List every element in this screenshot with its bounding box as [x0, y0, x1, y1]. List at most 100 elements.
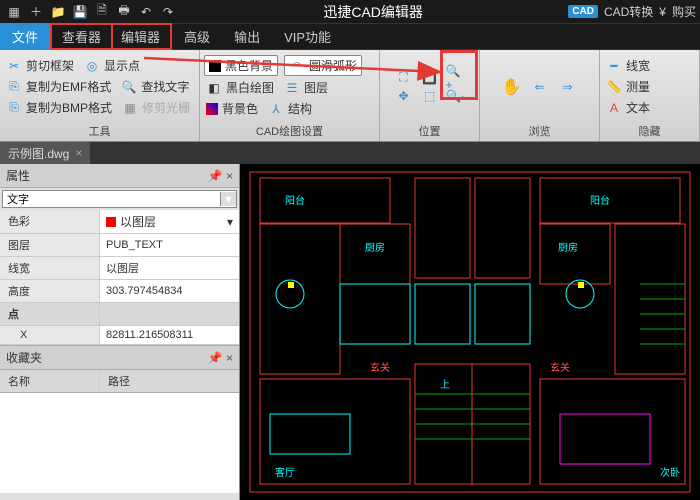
object-type-input[interactable] [3, 191, 220, 207]
room-label: 玄关 [370, 359, 390, 374]
palette-icon [206, 103, 218, 115]
room-label: 客厅 [275, 464, 295, 479]
menubar: 文件 查看器 编辑器 高级 输出 VIP功能 [0, 24, 700, 50]
clip-frame-button[interactable]: ✂剪切框架 [4, 56, 76, 75]
properties-title: 属性 [6, 167, 30, 184]
cad-convert-link[interactable]: CAD转换 [604, 3, 653, 20]
room-label: 厨房 [558, 239, 578, 254]
ribbon: ✂剪切框架 ◎显示点 ⎘复制为EMF格式 🔍查找文字 ⎘复制为BMP格式 ▦修剪… [0, 50, 700, 142]
pan-icon[interactable]: ✥ [394, 88, 414, 104]
ruler-icon: 📏 [606, 79, 622, 95]
object-type-dropdown[interactable]: ▾ [2, 190, 237, 208]
color-swatch [106, 217, 116, 227]
titlebar: ▦ ＋ 📁 💾 🗎 🖶 ↶ ↷ 迅捷CAD编辑器 CAD CAD转换 ¥ 购买 [0, 0, 700, 24]
favorites-columns: 名称 路径 [0, 370, 239, 393]
buy-link[interactable]: 购买 [672, 3, 696, 20]
tab-viewer[interactable]: 查看器 [50, 23, 113, 50]
ribbon-group-tools: ✂剪切框架 ◎显示点 ⎘复制为EMF格式 🔍查找文字 ⎘复制为BMP格式 ▦修剪… [0, 50, 200, 141]
fit-icon[interactable]: ⛶ [394, 70, 414, 86]
ribbon-group-cad-settings: 黑色背景 ◠圆滑弧形 ◧黑白绘图 ☰图层 背景色 ⅄结构 CAD绘图设置 [200, 50, 380, 141]
open-icon[interactable]: 📁 [48, 2, 68, 22]
document-tabbar: 示例图.dwg × [0, 142, 700, 164]
app-title: 迅捷CAD编辑器 [178, 2, 568, 22]
close-icon[interactable]: × [226, 169, 233, 183]
pin-icon[interactable]: 📌 [208, 169, 223, 183]
tree-icon: ⅄ [268, 101, 284, 117]
save-icon[interactable]: 💾 [70, 2, 90, 22]
document-tab-label: 示例图.dwg [8, 145, 69, 162]
linewidth-button[interactable]: ━线宽 [604, 56, 695, 75]
copy-icon: ⎘ [6, 100, 22, 116]
document-tab[interactable]: 示例图.dwg × [0, 142, 90, 165]
prop-val-color[interactable]: 以图层▾ [100, 210, 239, 233]
group-label-position: 位置 [384, 121, 475, 139]
copy-icon: ⎘ [6, 79, 22, 95]
app-icon: ▦ [4, 2, 24, 22]
square-icon [209, 60, 221, 72]
layers-button[interactable]: ☰图层 [282, 78, 330, 97]
prop-row: 色彩 以图层▾ [0, 210, 239, 234]
saveas-icon[interactable]: 🗎 [92, 2, 112, 22]
scissors-icon: ✂ [6, 58, 22, 74]
nav-left-icon[interactable]: ⇐ [529, 79, 551, 95]
drawing-canvas[interactable]: 阳台 阳台 厨房 厨房 玄关 玄关 客厅 次卧 上 [240, 164, 700, 500]
prop-val-lw[interactable]: 以图层 [100, 257, 239, 279]
arc-icon: ◠ [289, 58, 305, 74]
zoom-window-icon[interactable]: 🔲 [420, 70, 440, 86]
currency-icon: ¥ [659, 5, 666, 19]
smooth-arc-button[interactable]: ◠圆滑弧形 [284, 55, 362, 76]
col-path[interactable]: 路径 [100, 370, 138, 392]
room-label: 阳台 [590, 192, 610, 207]
tab-vip[interactable]: VIP功能 [272, 23, 343, 50]
repair-block-button[interactable]: ▦修剪光栅 [120, 98, 192, 117]
prop-val-layer[interactable]: PUB_TEXT [100, 234, 239, 256]
left-panel: 属性 📌 × ▾ 色彩 以图层▾ 图层 PUB_TEXT 线宽 以图层 高度 3… [0, 164, 240, 500]
close-icon[interactable]: × [75, 146, 82, 160]
chevron-down-icon[interactable]: ▾ [220, 192, 236, 206]
nav-right-icon[interactable]: ⇒ [557, 79, 579, 95]
hand-icon[interactable]: ✋ [501, 79, 523, 95]
col-name[interactable]: 名称 [0, 370, 100, 392]
measure-button[interactable]: 📏测量 [604, 77, 695, 96]
tab-advanced[interactable]: 高级 [172, 23, 222, 50]
copy-emf-button[interactable]: ⎘复制为EMF格式 [4, 77, 113, 96]
zoom-extents-icon[interactable]: ⬚ [420, 88, 440, 104]
prop-val-x[interactable]: 82811.216508311 [100, 326, 239, 344]
prop-section: 点 [0, 303, 239, 326]
structure-button[interactable]: ⅄结构 [266, 99, 314, 118]
close-icon[interactable]: × [226, 351, 233, 365]
find-text-button[interactable]: 🔍查找文字 [119, 77, 191, 96]
floorplan-drawing [240, 164, 700, 500]
favorites-panel: 收藏夹 📌 × 名称 路径 [0, 345, 239, 493]
room-label: 次卧 [660, 464, 680, 479]
tab-file[interactable]: 文件 [0, 23, 50, 50]
zoom-out-icon[interactable]: 🔍- [446, 88, 466, 104]
bg-color-button[interactable]: 背景色 [204, 99, 260, 118]
tab-editor[interactable]: 编辑器 [111, 23, 172, 50]
prop-row: X 82811.216508311 [0, 326, 239, 345]
favorites-body[interactable] [0, 393, 239, 493]
tab-output[interactable]: 输出 [222, 23, 272, 50]
prop-row: 线宽 以图层 [0, 257, 239, 280]
undo-icon[interactable]: ↶ [136, 2, 156, 22]
group-label-tools: 工具 [4, 121, 195, 139]
properties-header: 属性 📌 × [0, 164, 239, 188]
show-point-button[interactable]: ◎显示点 [82, 56, 142, 75]
black-bg-button[interactable]: 黑色背景 [204, 55, 278, 76]
text-button[interactable]: A文本 [604, 98, 695, 117]
redo-icon[interactable]: ↷ [158, 2, 178, 22]
new-icon[interactable]: ＋ [26, 2, 46, 22]
copy-bmp-button[interactable]: ⎘复制为BMP格式 [4, 98, 114, 117]
pin-icon[interactable]: 📌 [208, 351, 223, 365]
prop-val-height[interactable]: 303.797454834 [100, 280, 239, 302]
print-icon[interactable]: 🖶 [114, 2, 134, 22]
prop-row: 图层 PUB_TEXT [0, 234, 239, 257]
room-label: 阳台 [285, 192, 305, 207]
zoom-in-icon[interactable]: 🔍+ [446, 70, 466, 86]
group-label-browse: 浏览 [484, 121, 595, 139]
black-white-button[interactable]: ◧黑白绘图 [204, 78, 276, 97]
bw-icon: ◧ [206, 80, 222, 96]
group-label-cad: CAD绘图设置 [204, 121, 375, 139]
grid-icon: ▦ [122, 100, 138, 116]
room-label: 厨房 [365, 239, 385, 254]
